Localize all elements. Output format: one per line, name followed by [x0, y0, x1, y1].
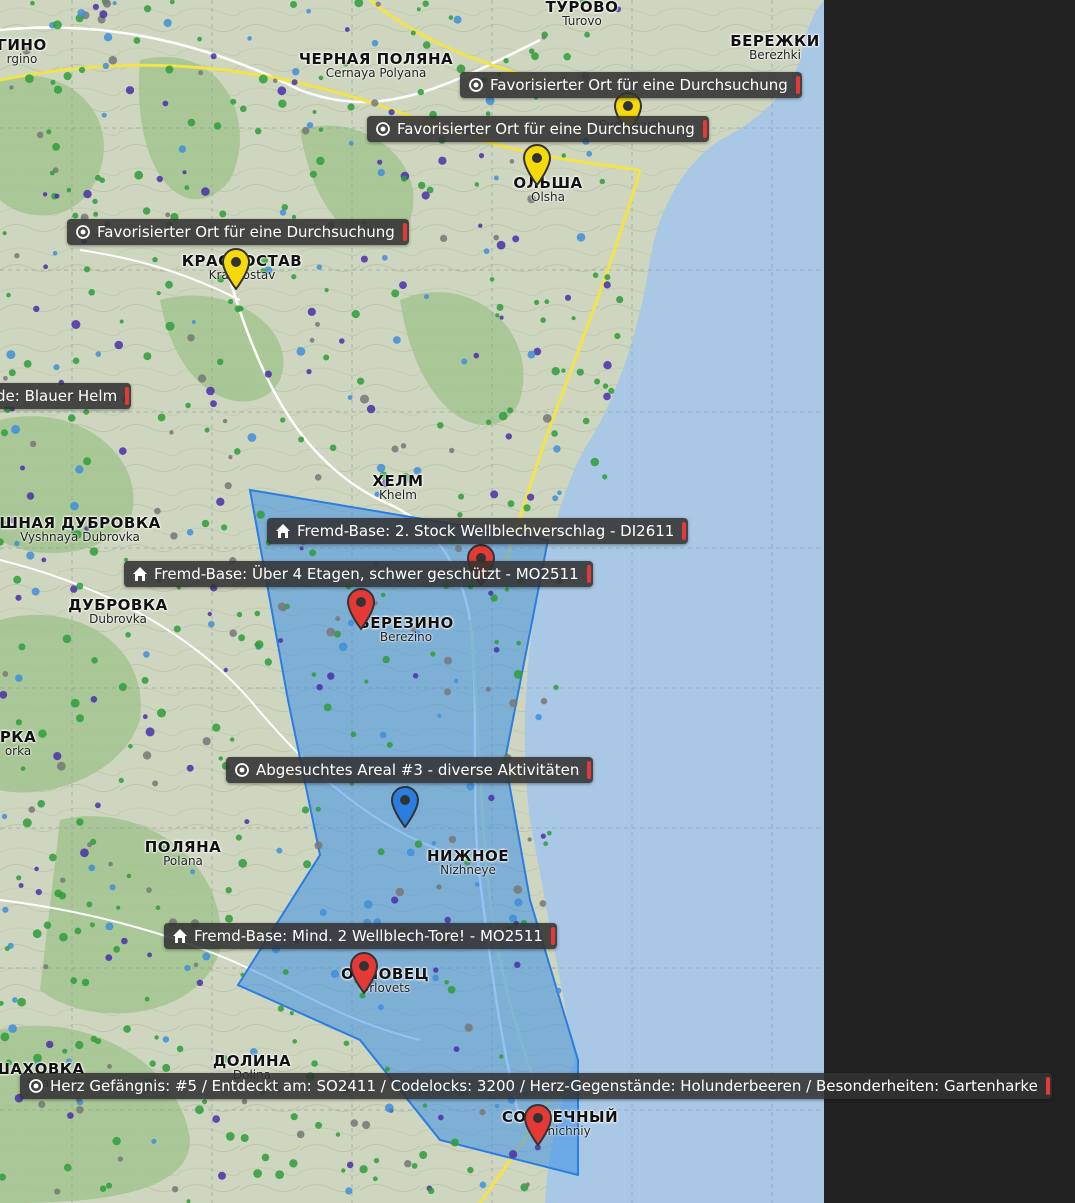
home-icon: [173, 929, 187, 943]
target-icon: [76, 225, 90, 239]
marker-label-text: Abgesuchtes Areal #3 - diverse Aktivität…: [256, 761, 580, 779]
home-icon: [276, 524, 290, 538]
map-pin-areal[interactable]: [390, 786, 420, 828]
map-canvas[interactable]: ГИНО rgino ЧЕРНАЯ ПОЛЯНА Cernaya Polyana Т…: [0, 0, 824, 1203]
home-icon: [133, 567, 147, 581]
target-icon: [376, 122, 390, 136]
marker-label-base-1[interactable]: Fremd-Base: 2. Stock Wellblechverschlag …: [267, 518, 689, 544]
map-pin-herz[interactable]: [523, 1104, 553, 1146]
target-icon: [235, 763, 249, 777]
marker-label-favorite-3[interactable]: Favorisierter Ort für eine Durchsuchung: [67, 219, 409, 245]
marker-label-text: Herz Gefängnis: #5 / Entdeckt am: SO2411…: [50, 1077, 1038, 1095]
marker-label-base-2[interactable]: Fremd-Base: Über 4 Etagen, schwer geschü…: [124, 561, 593, 587]
marker-label-favorite-1[interactable]: Favorisierter Ort für eine Durchsuchung: [460, 72, 802, 98]
target-icon: [469, 78, 483, 92]
map-pin-base-berezino[interactable]: [346, 588, 376, 630]
marker-label-favorite-2[interactable]: Favorisierter Ort für eine Durchsuchung: [367, 116, 709, 142]
marker-label-text: Fremd-Base: Mind. 2 Wellblech-Tore! - MO…: [194, 927, 543, 945]
map-pin-olsha[interactable]: [522, 144, 552, 186]
marker-label-text: Favorisierter Ort für eine Durchsuchung: [490, 76, 788, 94]
marker-label-areal[interactable]: Abgesuchtes Areal #3 - diverse Aktivität…: [226, 757, 594, 783]
marker-label-text: Fremd-Base: 2. Stock Wellblechverschlag …: [297, 522, 675, 540]
marker-label-text: Favorisierter Ort für eine Durchsuchung: [97, 223, 395, 241]
marker-label-text: Fremd-Base: Über 4 Etagen, schwer geschü…: [154, 565, 579, 583]
target-icon: [29, 1079, 43, 1093]
map-pin-krasnostav[interactable]: [221, 248, 251, 290]
marker-label-text: Favorisierter Ort für eine Durchsuchung: [397, 120, 695, 138]
marker-label-blauer-helm[interactable]: de: Blauer Helm: [0, 383, 132, 409]
marker-label-herz[interactable]: Herz Gefängnis: #5 / Entdeckt am: SO2411…: [20, 1073, 1052, 1099]
map-pin-base-orlovets[interactable]: [349, 952, 379, 994]
map-terrain: [0, 0, 824, 1203]
marker-label-text: de: Blauer Helm: [0, 387, 118, 405]
marker-label-base-3[interactable]: Fremd-Base: Mind. 2 Wellblech-Tore! - MO…: [164, 923, 557, 949]
side-panel: [824, 0, 1075, 1203]
